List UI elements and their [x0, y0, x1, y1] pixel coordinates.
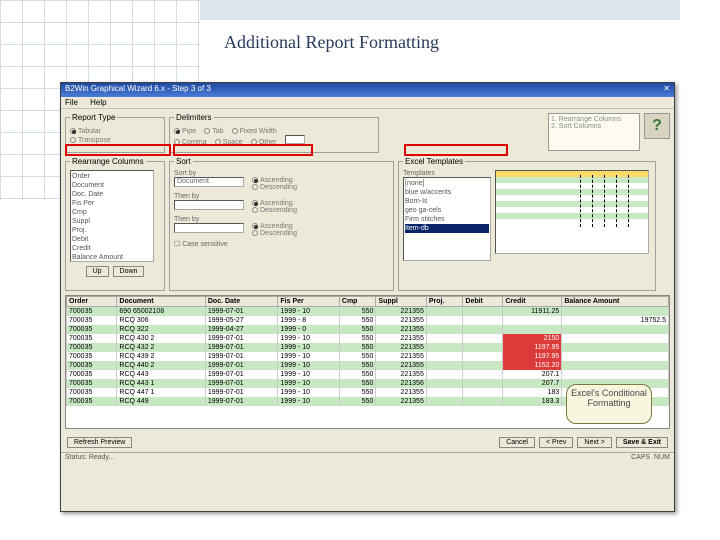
report-type-legend: Report Type: [70, 113, 117, 122]
down-button[interactable]: Down: [113, 266, 145, 277]
cancel-button[interactable]: Cancel: [499, 437, 535, 448]
column-header[interactable]: Credit: [503, 297, 562, 307]
column-header[interactable]: Suppl: [376, 297, 426, 307]
refresh-button[interactable]: Refresh Preview: [67, 437, 132, 448]
slide-title: Additional Report Formatting: [224, 32, 439, 53]
radio-transpose[interactable]: Transpose: [70, 137, 111, 144]
column-header[interactable]: Doc. Date: [205, 297, 278, 307]
radio-other[interactable]: Other: [251, 139, 277, 146]
sort1-desc[interactable]: Descending: [252, 184, 297, 191]
list-item[interactable]: Fis Per: [72, 199, 152, 208]
sort2-desc[interactable]: Descending: [252, 207, 297, 214]
radio-tab[interactable]: Tab: [204, 128, 223, 135]
case-checkbox[interactable]: ☐: [174, 241, 182, 248]
list-item[interactable]: Balance Amount: [72, 253, 152, 262]
up-button[interactable]: Up: [86, 266, 109, 277]
sort-group: Sort Sort by Document Ascending Descendi…: [169, 157, 394, 291]
list-item[interactable]: Firm stitches: [405, 215, 489, 224]
report-type-group: Report Type Tabular Transpose: [65, 113, 165, 153]
list-item[interactable]: Cmp: [72, 208, 152, 217]
menu-file[interactable]: File: [65, 98, 78, 107]
other-delim-input[interactable]: [285, 135, 305, 144]
template-preview: [495, 170, 649, 254]
help-button[interactable]: ?: [644, 113, 670, 139]
table-row[interactable]: 700035RCQ 430 21999-07-011999 - 10550221…: [67, 334, 669, 343]
column-header[interactable]: Balance Amount: [562, 297, 669, 307]
table-row[interactable]: 700035690 650021081999-07-011999 - 10550…: [67, 307, 669, 316]
list-item[interactable]: geo ga-cels: [405, 206, 489, 215]
list-item[interactable]: Order: [72, 172, 152, 181]
rearrange-group: Rearrange Columns OrderDocumentDoc. Date…: [65, 157, 165, 291]
radio-comma[interactable]: Comma: [174, 139, 207, 146]
menu-help[interactable]: Help: [90, 98, 106, 107]
window-title: B2Win Graphical Wizard 6.x - Step 3 of 3: [65, 84, 211, 96]
radio-pipe[interactable]: Pipe: [174, 128, 196, 135]
next-button[interactable]: Next >: [577, 437, 611, 448]
table-row[interactable]: 700035RCQ 3061999-05-271999 - 8550221355…: [67, 316, 669, 325]
column-header[interactable]: Document: [117, 297, 205, 307]
column-header[interactable]: Fis Per: [278, 297, 339, 307]
status-text: Status: Ready...: [65, 454, 114, 461]
callout-conditional-formatting: Excel's Conditional Formatting: [566, 384, 652, 424]
list-item[interactable]: Credit: [72, 244, 152, 253]
column-header[interactable]: Order: [67, 297, 117, 307]
window-controls[interactable]: ✕: [663, 84, 670, 96]
table-row[interactable]: 700035RCQ 3221999-04-271999 - 0550221355: [67, 325, 669, 334]
delimiters-legend: Delimiters: [174, 113, 214, 122]
list-item[interactable]: Debit: [72, 235, 152, 244]
instructions-box: 1. Rearrange Columns 2. Sort Columns: [548, 113, 640, 151]
column-header[interactable]: Cmp: [339, 297, 376, 307]
list-item[interactable]: Suppl: [72, 217, 152, 226]
templates-label: Templates: [403, 170, 491, 177]
list-item[interactable]: Born-Is: [405, 197, 489, 206]
field-listbox[interactable]: OrderDocumentDoc. DateFis PerCmpSupplPro…: [70, 170, 154, 262]
list-item[interactable]: blue w/accents: [405, 188, 489, 197]
sort-legend: Sort: [174, 157, 193, 166]
list-item[interactable]: Doc. Date: [72, 190, 152, 199]
excel-legend: Excel Templates: [403, 157, 465, 166]
table-row[interactable]: 700035RCQ 439 21999-07-011999 - 10550221…: [67, 352, 669, 361]
list-item[interactable]: [none]: [405, 179, 489, 188]
rearrange-legend: Rearrange Columns: [70, 157, 146, 166]
help-icon: ?: [652, 117, 662, 135]
table-row[interactable]: 700035RCQ 432 21999-07-011999 - 10550221…: [67, 343, 669, 352]
delimiters-group: Delimiters Pipe Tab Fixed Width Comma Sp…: [169, 113, 379, 153]
prev-button[interactable]: < Prev: [539, 437, 573, 448]
table-row[interactable]: 700035RCQ 440 21999-07-011999 - 10550221…: [67, 361, 669, 370]
thenby2-dropdown[interactable]: [174, 223, 244, 233]
slide-topbar: [200, 0, 680, 20]
excel-templates-group: Excel Templates Templates [none]blue w/a…: [398, 157, 656, 291]
table-row[interactable]: 700035RCQ 4431999-07-011999 - 1055022135…: [67, 370, 669, 379]
sort1-asc[interactable]: Ascending: [252, 177, 293, 184]
wizard-window: B2Win Graphical Wizard 6.x - Step 3 of 3…: [60, 82, 675, 512]
sort2-asc[interactable]: Ascending: [252, 200, 293, 207]
titlebar: B2Win Graphical Wizard 6.x - Step 3 of 3…: [61, 83, 674, 97]
template-listbox[interactable]: [none]blue w/accentsBorn-Isgeo ga-celsFi…: [403, 177, 491, 261]
list-item[interactable]: Document: [72, 181, 152, 190]
radio-fixed[interactable]: Fixed Width: [232, 128, 277, 135]
statusbar: Status: Ready... CAPS NUM: [61, 452, 674, 462]
radio-tabular[interactable]: Tabular: [70, 128, 101, 135]
sortby-dropdown[interactable]: Document: [174, 177, 244, 187]
column-header[interactable]: Proj.: [426, 297, 463, 307]
save-exit-button[interactable]: Save & Exit: [616, 437, 668, 448]
column-header[interactable]: Debit: [463, 297, 503, 307]
list-item[interactable]: Item-db: [405, 224, 489, 233]
menubar: File Help: [61, 97, 674, 109]
sort3-desc[interactable]: Descending: [252, 230, 297, 237]
radio-space[interactable]: Space: [215, 139, 243, 146]
thenby1-dropdown[interactable]: [174, 200, 244, 210]
sort3-asc[interactable]: Ascending: [252, 223, 293, 230]
list-item[interactable]: Proj.: [72, 226, 152, 235]
